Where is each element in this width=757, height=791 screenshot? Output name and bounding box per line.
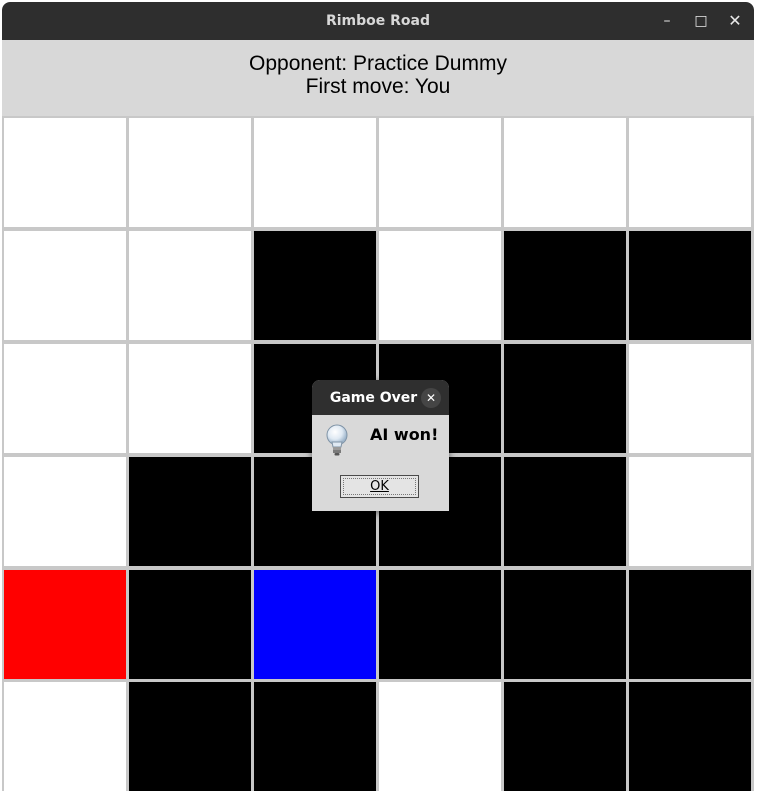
board-cell-r2-c5-black[interactable] [504,231,626,340]
window-title: Rimboe Road [325,13,431,29]
board-cell-r5-c4-black[interactable] [379,570,501,679]
board-cell-r4-c1-white[interactable] [4,457,126,566]
board-cell-r2-c2-white[interactable] [129,231,251,340]
ok-button[interactable]: OK [340,475,419,498]
board-cell-r1-c6-white[interactable] [629,118,751,227]
board-cell-r2-c6-black[interactable] [629,231,751,340]
board-cell-r1-c1-white[interactable] [4,118,126,227]
lightbulb-icon [326,424,348,456]
game-info-header: Opponent: Practice Dummy First move: You [2,40,754,116]
board-cell-r6-c5-black[interactable] [504,682,626,791]
board-cell-r5-c3-blue[interactable] [254,570,376,679]
board-cell-r3-c5-black[interactable] [504,344,626,453]
board-cell-r5-c5-black[interactable] [504,570,626,679]
board-cell-r3-c2-white[interactable] [129,344,251,453]
title-bar[interactable]: Rimboe Road – □ ✕ [2,2,754,40]
dialog-title: Game Over [329,390,418,406]
board-cell-r1-c5-white[interactable] [504,118,626,227]
dialog-close-button[interactable]: ✕ [421,388,441,408]
board-cell-r5-c2-black[interactable] [129,570,251,679]
dialog-title-bar[interactable]: Game Over ✕ [312,380,449,415]
board-cell-r4-c5-black[interactable] [504,457,626,566]
board-cell-r4-c6-white[interactable] [629,457,751,566]
board-cell-r2-c4-white[interactable] [379,231,501,340]
board-cell-r5-c6-black[interactable] [629,570,751,679]
board-cell-r1-c3-white[interactable] [254,118,376,227]
board-cell-r6-c4-white[interactable] [379,682,501,791]
minimize-button[interactable]: – [654,8,680,34]
board-cell-r2-c1-white[interactable] [4,231,126,340]
board-cell-r6-c3-black[interactable] [254,682,376,791]
board-cell-r4-c2-black[interactable] [129,457,251,566]
board-cell-r2-c3-black[interactable] [254,231,376,340]
board-cell-r6-c2-black[interactable] [129,682,251,791]
maximize-button[interactable]: □ [688,8,714,34]
board-cell-r1-c4-white[interactable] [379,118,501,227]
board-cell-r3-c6-white[interactable] [629,344,751,453]
game-over-dialog: Game Over ✕ AI won! OK [312,380,449,511]
board-cell-r6-c1-white[interactable] [4,682,126,791]
app-window: Rimboe Road – □ ✕ Opponent: Practice Dum… [2,2,754,791]
dialog-message: AI won! [370,425,439,444]
board-cell-r3-c1-white[interactable] [4,344,126,453]
board-cell-r5-c1-red[interactable] [4,570,126,679]
close-button[interactable]: ✕ [722,8,748,34]
opponent-label: Opponent: Practice Dummy [249,52,507,75]
first-move-label: First move: You [305,75,451,98]
board-cell-r1-c2-white[interactable] [129,118,251,227]
board-cell-r6-c6-black[interactable] [629,682,751,791]
